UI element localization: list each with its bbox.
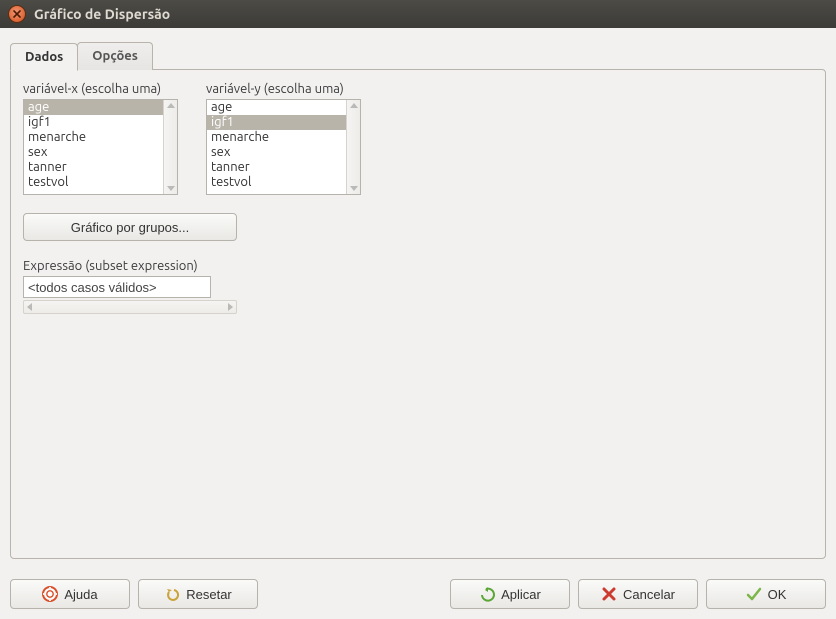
tab-panel-dados: variável-x (escolha uma) ageigf1menarche… [10, 69, 826, 559]
help-icon [42, 586, 58, 602]
cancel-button-label: Cancelar [623, 587, 675, 602]
list-item[interactable]: menarche [24, 130, 163, 145]
xvar-listbox[interactable]: ageigf1menarchesextannertestvol [23, 99, 178, 195]
xvar-scrollbar[interactable] [163, 100, 177, 194]
list-item[interactable]: igf1 [207, 115, 346, 130]
cancel-button[interactable]: Cancelar [578, 579, 698, 609]
list-item[interactable]: age [24, 100, 163, 115]
scroll-up-icon[interactable] [167, 103, 175, 108]
xvar-group: variável-x (escolha uma) ageigf1menarche… [23, 82, 178, 195]
titlebar: Gráfico de Dispersão [0, 0, 836, 28]
expression-hscrollbar[interactable] [23, 300, 237, 314]
apply-button[interactable]: Aplicar [450, 579, 570, 609]
dialog-body: Dados Opções variável-x (escolha uma) ag… [0, 28, 836, 569]
xvar-label: variável-x (escolha uma) [23, 82, 178, 96]
scroll-down-icon[interactable] [350, 186, 358, 191]
list-item[interactable]: tanner [24, 160, 163, 175]
list-item[interactable]: tanner [207, 160, 346, 175]
list-item[interactable]: sex [207, 145, 346, 160]
undo-icon [164, 586, 180, 602]
list-item[interactable]: menarche [207, 130, 346, 145]
reset-button-label: Resetar [186, 587, 232, 602]
scroll-right-icon[interactable] [228, 303, 233, 311]
expression-label: Expressão (subset expression) [23, 259, 237, 273]
expression-group: Expressão (subset expression) [23, 259, 237, 314]
groups-button[interactable]: Gráfico por grupos... [23, 213, 237, 241]
scroll-left-icon[interactable] [27, 303, 32, 311]
scroll-up-icon[interactable] [350, 103, 358, 108]
help-button[interactable]: Ajuda [10, 579, 130, 609]
close-icon[interactable] [8, 5, 26, 23]
cancel-icon [601, 586, 617, 602]
tab-opcoes[interactable]: Opções [77, 42, 153, 70]
list-item[interactable]: age [207, 100, 346, 115]
yvar-scrollbar[interactable] [346, 100, 360, 194]
list-item[interactable]: testvol [207, 175, 346, 190]
expression-input[interactable] [23, 276, 211, 298]
apply-button-label: Aplicar [501, 587, 541, 602]
tab-dados[interactable]: Dados [10, 43, 78, 71]
reset-button[interactable]: Resetar [138, 579, 258, 609]
check-icon [746, 586, 762, 602]
help-button-label: Ajuda [64, 587, 97, 602]
tabbar: Dados Opções [10, 42, 826, 70]
yvar-group: variável-y (escolha uma) ageigf1menarche… [206, 82, 361, 195]
apply-icon [479, 586, 495, 602]
ok-button[interactable]: OK [706, 579, 826, 609]
scroll-down-icon[interactable] [167, 186, 175, 191]
yvar-listbox[interactable]: ageigf1menarchesextannertestvol [206, 99, 361, 195]
list-item[interactable]: sex [24, 145, 163, 160]
list-item[interactable]: testvol [24, 175, 163, 190]
window-title: Gráfico de Dispersão [34, 6, 170, 22]
ok-button-label: OK [768, 587, 787, 602]
yvar-label: variável-y (escolha uma) [206, 82, 361, 96]
list-item[interactable]: igf1 [24, 115, 163, 130]
dialog-footer: Ajuda Resetar Aplicar Cancelar OK [0, 569, 836, 619]
